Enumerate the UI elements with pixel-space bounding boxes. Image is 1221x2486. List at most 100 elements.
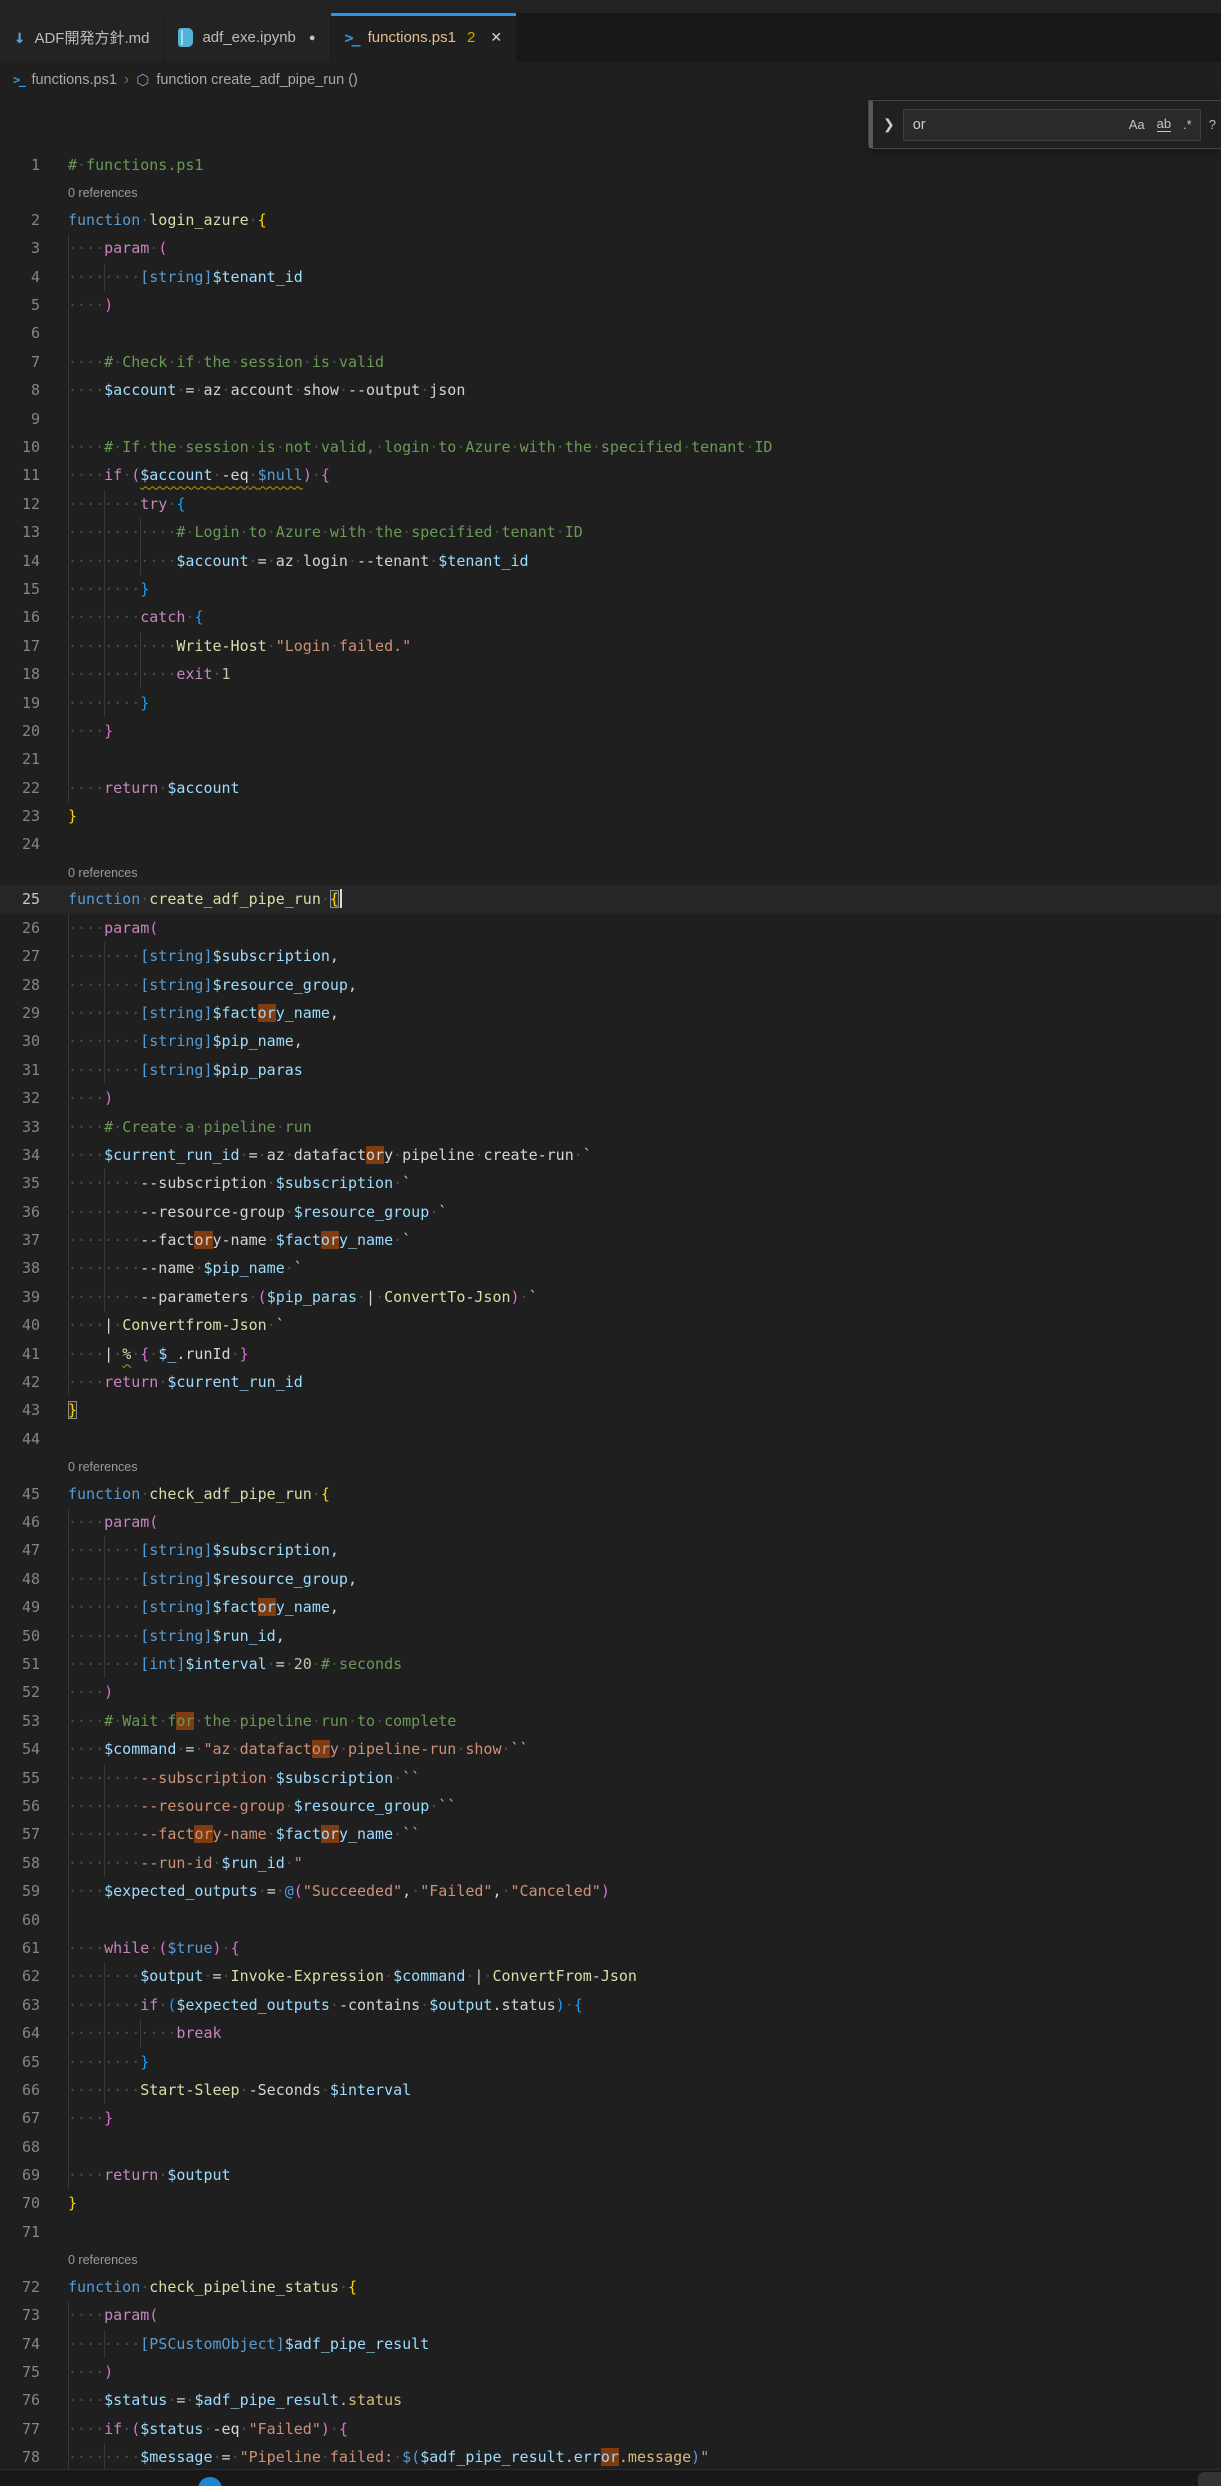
whole-word-icon[interactable]: ab [1156, 117, 1172, 132]
code-line[interactable]: 34 ····$current_run_id·=·az·datafactory·p… [0, 1140, 1221, 1170]
line-number[interactable]: 12 [0, 490, 40, 518]
close-icon[interactable]: ✕ [490, 29, 502, 46]
line-number[interactable]: 58 [0, 1849, 40, 1877]
code-line[interactable]: 69 ····return·$output [0, 2161, 1221, 2190]
line-number[interactable]: 45 [0, 1480, 40, 1508]
code-line[interactable]: 39 ········--parameters·($pip_paras·|·Con… [0, 1282, 1221, 1312]
line-number[interactable]: 3 [0, 234, 40, 262]
line-number[interactable]: 49 [0, 1593, 40, 1621]
toggle-replace-chevron-icon[interactable]: ❯ [883, 116, 895, 133]
line-number[interactable]: 39 [0, 1283, 40, 1311]
code-line[interactable]: 32 ····) [0, 1084, 1221, 1113]
code-line[interactable]: 26 ····param( [0, 913, 1221, 943]
code-line[interactable]: 20 ····} [0, 716, 1221, 746]
code-line[interactable]: 74 ········[PSCustomObject]$adf_pipe_resu… [0, 2329, 1221, 2358]
code-line[interactable]: 31 ········[string]$pip_paras [0, 1055, 1221, 1085]
code-line[interactable]: 78 ········$message·=·"Pipeline·failed:·$… [0, 2443, 1221, 2472]
line-number[interactable]: 66 [0, 2076, 40, 2104]
line-number[interactable]: 37 [0, 1226, 40, 1254]
line-number[interactable]: 73 [0, 2301, 40, 2329]
line-number[interactable]: 10 [0, 433, 40, 461]
line-number[interactable]: 30 [0, 1027, 40, 1055]
line-number[interactable]: 43 [0, 1396, 40, 1424]
regex-icon[interactable]: .* [1183, 117, 1192, 132]
line-number[interactable]: 28 [0, 971, 40, 999]
line-number[interactable]: 8 [0, 376, 40, 404]
code-line[interactable]: 4 ········[string]$tenant_id [0, 262, 1221, 292]
code-line[interactable]: 66 ········Start-Sleep·-Seconds·$interval [0, 2075, 1221, 2105]
line-number[interactable]: 27 [0, 942, 40, 970]
code-line[interactable]: 12 ········try·{ [0, 489, 1221, 519]
code-line[interactable]: 48 ········[string]$resource_group, [0, 1564, 1221, 1594]
line-number[interactable]: 38 [0, 1254, 40, 1282]
line-number[interactable]: 52 [0, 1678, 40, 1706]
code-line[interactable]: 9 [0, 404, 1221, 434]
code-line[interactable]: 35 ········--subscription·$subscription·` [0, 1169, 1221, 1198]
line-number[interactable]: 18 [0, 660, 40, 688]
line-number[interactable]: 41 [0, 1340, 40, 1368]
code-line[interactable]: 56 ········--resource-group·$resource_gro… [0, 1791, 1221, 1821]
code-line[interactable]: 77 ····if·($status·-eq·"Failed")·{ [0, 2414, 1221, 2444]
line-number[interactable]: 14 [0, 547, 40, 575]
line-number[interactable]: 61 [0, 1934, 40, 1962]
code-line[interactable]: 76 ····$status·=·$adf_pipe_result.status [0, 2386, 1221, 2415]
line-number[interactable]: 72 [0, 2273, 40, 2301]
code-line[interactable]: 13 ············#·Login·to·Azure·with·the·… [0, 518, 1221, 547]
scroll-corner[interactable] [1198, 2472, 1221, 2486]
line-number[interactable]: 29 [0, 999, 40, 1027]
line-number[interactable]: 60 [0, 1906, 40, 1934]
code-line[interactable]: 21 [0, 745, 1221, 774]
find-query-text[interactable]: or [904, 117, 1129, 133]
line-number[interactable]: 40 [0, 1311, 40, 1339]
code-line[interactable]: 16 ········catch·{ [0, 603, 1221, 632]
code-line[interactable]: 30 ········[string]$pip_name, [0, 1027, 1221, 1056]
code-line[interactable]: 44 [0, 1425, 1221, 1453]
find-resize-sash[interactable] [869, 101, 873, 148]
code-line[interactable]: 72 function·check_pipeline_status·{ [0, 2273, 1221, 2301]
line-number[interactable]: 20 [0, 717, 40, 745]
code-line[interactable]: 60 [0, 1905, 1221, 1934]
line-number[interactable]: 16 [0, 603, 40, 631]
line-number[interactable]: 13 [0, 518, 40, 546]
code-line[interactable]: 23} [0, 802, 1221, 830]
code-line[interactable]: 43} [0, 1396, 1221, 1424]
code-line[interactable]: 38 ········--name·$pip_name·` [0, 1254, 1221, 1283]
match-case-icon[interactable]: Aa [1129, 117, 1145, 132]
code-line[interactable]: 27 ········[string]$subscription, [0, 942, 1221, 971]
code-line[interactable]: 73 ····param( [0, 2301, 1221, 2330]
line-number[interactable]: 78 [0, 2443, 40, 2471]
codelens-references[interactable]: 0 references [0, 2246, 1221, 2273]
breadcrumb-file[interactable]: functions.ps1 [31, 72, 116, 88]
line-number[interactable]: 4 [0, 263, 40, 291]
line-number[interactable]: 48 [0, 1565, 40, 1593]
line-number[interactable]: 2 [0, 206, 40, 234]
codelens-references[interactable]: 0 references [0, 1453, 1221, 1480]
line-number[interactable]: 51 [0, 1650, 40, 1678]
code-line[interactable]: 49 ········[string]$factory_name, [0, 1593, 1221, 1622]
find-input[interactable]: or Aa ab .* [902, 108, 1201, 141]
code-line[interactable]: 50 ········[string]$run_id, [0, 1621, 1221, 1651]
code-line[interactable]: 58 ········--run-id·$run_id·" [0, 1848, 1221, 1878]
code-line[interactable]: 64 ············break [0, 2019, 1221, 2048]
code-line[interactable]: 8 ····$account·=·az·account·show·--output… [0, 376, 1221, 405]
code-line[interactable]: 28 ········[string]$resource_group, [0, 970, 1221, 999]
line-number[interactable]: 62 [0, 1962, 40, 1990]
code-line[interactable]: 5 ····) [0, 291, 1221, 320]
line-number[interactable]: 46 [0, 1508, 40, 1536]
line-number[interactable]: 57 [0, 1820, 40, 1848]
code-line[interactable]: 2 function·login_azure·{ [0, 206, 1221, 234]
code-line[interactable]: 18 ············exit·1 [0, 660, 1221, 689]
line-number[interactable]: 21 [0, 745, 40, 773]
line-number[interactable]: 22 [0, 774, 40, 802]
code-line[interactable]: 37 ········--factory-name·$factory_name·` [0, 1226, 1221, 1255]
code-line[interactable]: 59 ····$expected_outputs·=·@("Succeeded",… [0, 1877, 1221, 1906]
line-number[interactable]: 76 [0, 2386, 40, 2414]
line-number[interactable]: 35 [0, 1169, 40, 1197]
code-line[interactable]: 7 ····#·Check·if·the·session·is·valid [0, 347, 1221, 377]
code-line[interactable]: 6 [0, 319, 1221, 348]
line-number[interactable]: 24 [0, 830, 40, 858]
code-line[interactable]: 25 function·create_adf_pipe_run·{ [0, 885, 1221, 913]
code-line[interactable]: 61 ····while·($true)·{ [0, 1933, 1221, 1963]
line-number[interactable]: 15 [0, 575, 40, 603]
line-number[interactable]: 63 [0, 1991, 40, 2019]
